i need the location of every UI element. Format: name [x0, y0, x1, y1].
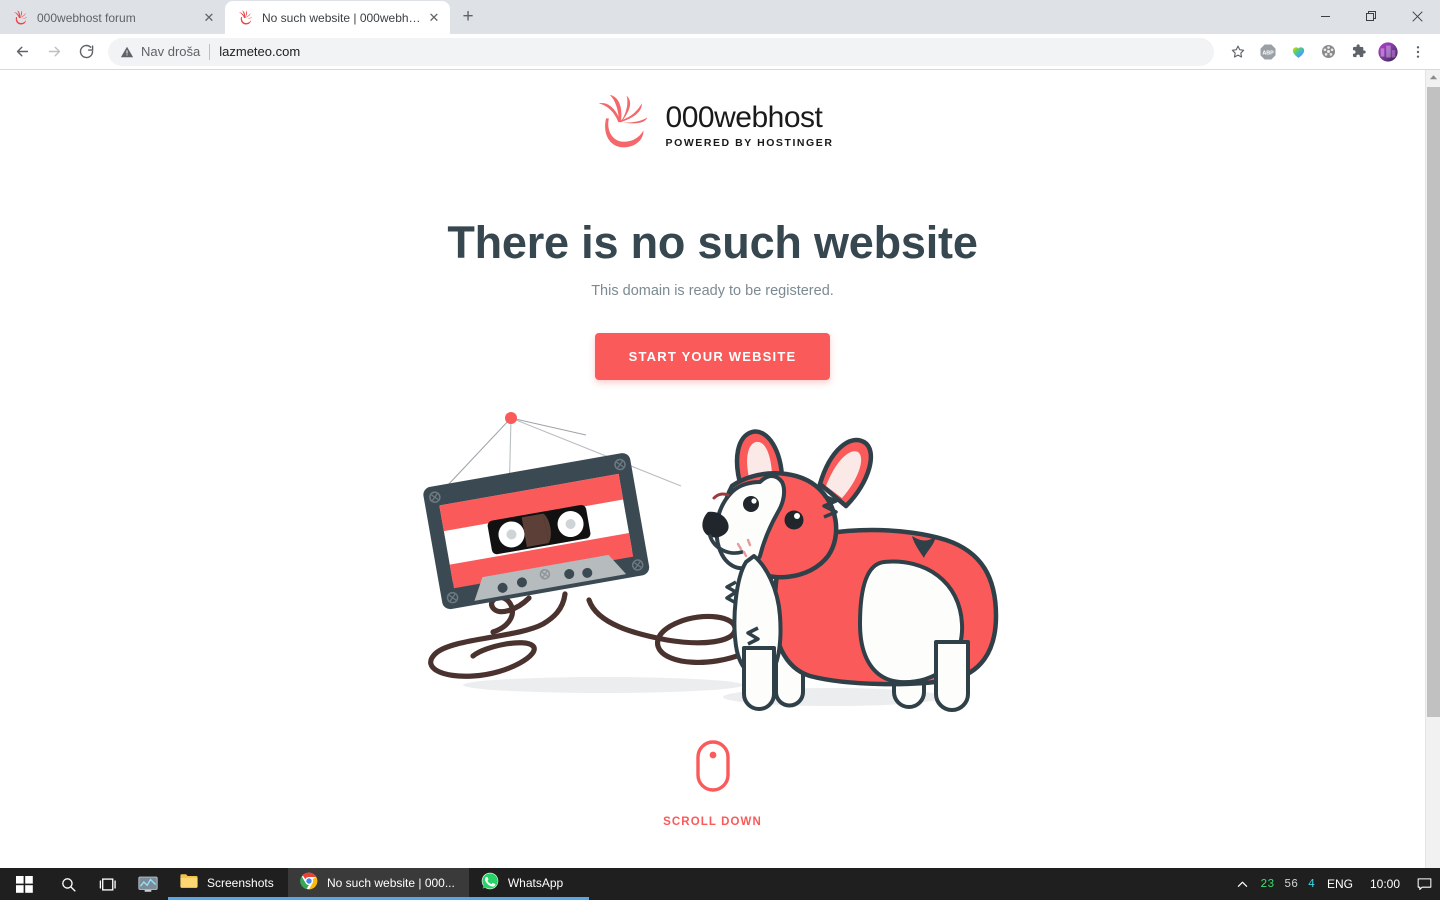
minimize-button[interactable]: [1302, 0, 1348, 32]
three-dot-menu-icon[interactable]: [1404, 38, 1432, 66]
not-secure-warning-icon: [120, 45, 134, 59]
system-monitor-icon[interactable]: [128, 868, 168, 900]
logo-name: 000webhost: [665, 100, 823, 134]
rainbow-heart-icon[interactable]: [1284, 38, 1312, 66]
window-controls: [1302, 0, 1440, 32]
logo-tagline: POWERED BY HOSTINGER: [665, 136, 834, 149]
taskbar-item-screenshots[interactable]: Screenshots: [168, 868, 288, 900]
taskbar-item-label-2: WhatsApp: [507, 875, 564, 890]
page-subtitle: This domain is ready to be registered.: [591, 283, 834, 299]
new-tab-button[interactable]: +: [454, 3, 482, 31]
adblock-plus-icon[interactable]: ABP: [1254, 38, 1282, 66]
screen: 000webhost forum ✕ No such website | 000…: [0, 0, 1440, 900]
folder-icon: [180, 873, 198, 892]
taskbar-item-chrome[interactable]: No such website | 000...: [288, 868, 469, 900]
browser-tab-0[interactable]: 000webhost forum ✕: [0, 1, 225, 34]
windows-start-icon[interactable]: [0, 868, 48, 900]
language-indicator[interactable]: ENG: [1320, 868, 1360, 900]
logo-wordmark: 000webhost POWERED BY HOSTINGER: [665, 100, 834, 149]
security-status-text: Nav droša: [141, 44, 201, 59]
000webhost-swirl-icon: [237, 10, 253, 26]
scrollbar-thumb[interactable]: [1427, 87, 1440, 717]
star-icon[interactable]: [1224, 38, 1252, 66]
task-view-icon[interactable]: [88, 868, 128, 900]
browser-tab-1[interactable]: No such website | 000webhost ✕: [225, 1, 450, 34]
profile-avatar-icon[interactable]: [1374, 38, 1402, 66]
search-icon[interactable]: [48, 868, 88, 900]
site-logo: 000webhost POWERED BY HOSTINGER: [592, 93, 834, 158]
address-bar-url: lazmeteo.com: [219, 44, 301, 59]
system-tray: 23 56 4 ENG 10:00: [1230, 868, 1440, 900]
tab-close-icon-1[interactable]: ✕: [426, 10, 442, 26]
error-page: 000webhost POWERED BY HOSTINGER There is…: [0, 70, 1425, 868]
mouse-scroll-icon: [695, 739, 731, 798]
000webhost-swirl-icon: [12, 10, 28, 26]
browser-toolbar: Nav droša lazmeteo.com ABP: [0, 34, 1440, 70]
windows-taskbar: Screenshots No such website | 000... Wha…: [0, 868, 1440, 900]
page-title: There is no such website: [447, 217, 978, 268]
chrome-icon: [300, 872, 318, 893]
tab-strip: 000webhost forum ✕ No such website | 000…: [0, 0, 1440, 34]
reload-icon[interactable]: [72, 38, 100, 66]
forward-arrow-icon[interactable]: [40, 38, 68, 66]
tray-monitor-value-0[interactable]: 23: [1255, 868, 1279, 900]
000webhost-swirl-icon: [592, 93, 652, 158]
address-bar-divider: [209, 43, 211, 60]
puzzle-extensions-icon[interactable]: [1344, 38, 1372, 66]
browser-tab-label-1: No such website | 000webhost: [262, 10, 422, 25]
scroll-down-indicator[interactable]: SCROLL DOWN: [663, 739, 762, 828]
film-reel-icon[interactable]: [1314, 38, 1342, 66]
scroll-down-label: SCROLL DOWN: [663, 816, 762, 828]
svg-text:ABP: ABP: [1262, 50, 1274, 56]
taskbar-item-label-1: No such website | 000...: [327, 875, 455, 890]
taskbar-clock[interactable]: 10:00: [1360, 868, 1410, 900]
start-your-website-button[interactable]: START YOUR WEBSITE: [594, 333, 831, 380]
back-arrow-icon[interactable]: [8, 38, 36, 66]
notification-icon[interactable]: [1410, 868, 1438, 900]
scroll-up-arrow-icon[interactable]: [1426, 70, 1440, 85]
close-button[interactable]: [1394, 0, 1440, 32]
page-scrollbar[interactable]: [1425, 70, 1440, 868]
restore-button[interactable]: [1348, 0, 1394, 32]
chevron-up-icon[interactable]: [1230, 868, 1255, 900]
cassette-tape-and-corgi-illustration: [413, 402, 1013, 727]
taskbar-item-label-0: Screenshots: [207, 875, 274, 890]
whatsapp-icon: [481, 872, 499, 893]
tray-monitor-value-1[interactable]: 56: [1279, 868, 1303, 900]
page-viewport: 000webhost POWERED BY HOSTINGER There is…: [0, 70, 1440, 868]
address-bar[interactable]: Nav droša lazmeteo.com: [108, 37, 1214, 66]
tray-monitor-value-2[interactable]: 4: [1303, 868, 1320, 900]
tab-close-icon-0[interactable]: ✕: [201, 10, 217, 26]
browser-window: 000webhost forum ✕ No such website | 000…: [0, 0, 1440, 868]
browser-tab-label-0: 000webhost forum: [37, 10, 136, 25]
taskbar-item-whatsapp[interactable]: WhatsApp: [468, 868, 589, 900]
